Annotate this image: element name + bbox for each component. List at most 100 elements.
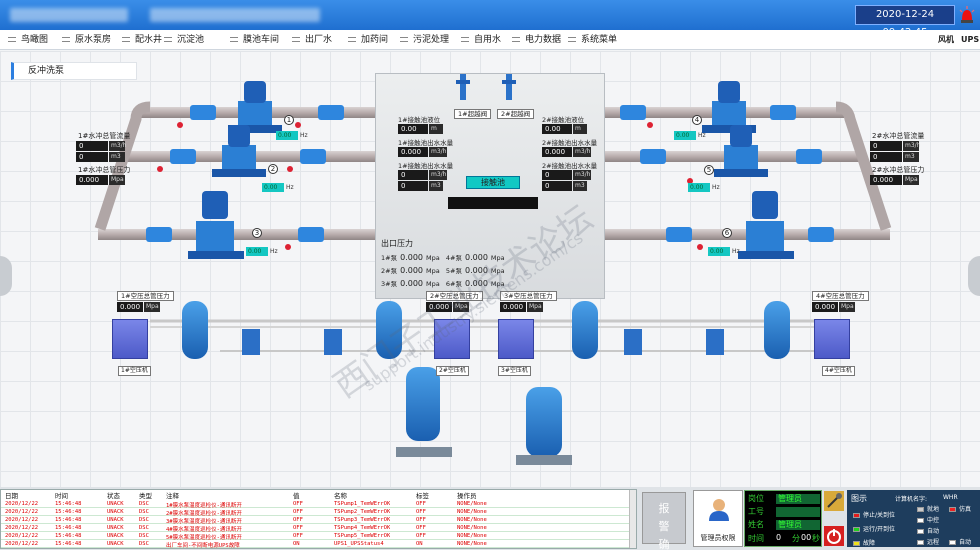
power-icon[interactable] bbox=[823, 525, 845, 547]
air-compressor-3-label: 3#空压机 bbox=[498, 366, 531, 376]
menu-item-raw-water-pump[interactable]: 原水泵房 bbox=[62, 30, 111, 50]
alarm-log-cell: TSPump5_TemWErrOK bbox=[334, 533, 391, 539]
tank1-total-unit: m3 bbox=[429, 181, 443, 191]
alarm-log-cell: TSPump4_TemWErrOK bbox=[334, 525, 391, 531]
alarm-light-icon[interactable] bbox=[959, 6, 975, 24]
alarm-log-scrollbar[interactable] bbox=[629, 490, 636, 548]
right-flow-total: 0 bbox=[870, 152, 902, 162]
legend-item-local: 就地 bbox=[917, 504, 939, 513]
air-pressure-4-unit: Mpa bbox=[839, 302, 855, 312]
alarm-log-cell: DSC bbox=[139, 525, 149, 531]
alarm-log-cell: 15:46:48 bbox=[55, 541, 82, 547]
alarm-log-cell: OFF bbox=[416, 517, 426, 523]
pump-4-hz-unit: Hz bbox=[698, 132, 706, 139]
left-flow-total: 0 bbox=[76, 152, 108, 162]
menu-item-dosing[interactable]: 加药间 bbox=[348, 30, 388, 50]
prev-page-arrow[interactable] bbox=[0, 256, 12, 296]
alarm-log-cell: NONE/None bbox=[457, 541, 487, 547]
blower-1[interactable] bbox=[396, 367, 452, 457]
alarm-log-row[interactable]: 2020/12/22 15:46:48 UNACK DSC 3#膜水泵温度巡检仪-通讯断… bbox=[1, 517, 636, 525]
alarm-log-cell: OFF bbox=[416, 501, 426, 507]
air-pressure-1-unit: Mpa bbox=[144, 302, 160, 312]
pump-1-number: 1 bbox=[284, 115, 294, 125]
air-compressor-4[interactable] bbox=[814, 319, 850, 359]
alarm-log-cell: 5#膜水泵温度巡检仪-通讯断开 bbox=[166, 535, 242, 541]
air-pressure-1-value: 0.000 bbox=[117, 302, 143, 312]
left-flow-label: 1#水冲总管流量 bbox=[78, 132, 131, 140]
alarm-log-table[interactable]: 日期 时间 状态 类型 注释 值 名称 标签 操作员 2020/12/22 15:… bbox=[0, 489, 637, 549]
legend-item-run: 运行/开到位 bbox=[853, 524, 895, 533]
air-compressor-1[interactable] bbox=[112, 319, 148, 359]
alarm-log-row[interactable]: 2020/12/22 15:46:48 UNACK DSC 5#膜水泵温度巡检仪-通讯断… bbox=[1, 533, 636, 541]
air-compressor-3[interactable] bbox=[498, 319, 534, 359]
tank1-level-label: 1#接触池液位 bbox=[398, 116, 441, 124]
alarm-log-row[interactable]: 2020/12/22 15:46:48 UNACK DSC 2#膜水泵温度巡检仪-通讯断… bbox=[1, 509, 636, 517]
menu-item-sedimentation[interactable]: 沉淀池 bbox=[164, 30, 204, 50]
alarm-log-cell: 15:46:48 bbox=[55, 509, 82, 515]
menu-item-system-menu[interactable]: 系统菜单 bbox=[568, 30, 617, 50]
pump-1-hz-unit: Hz bbox=[300, 132, 308, 139]
overflow-valve-1[interactable]: 1#超越阀 bbox=[454, 109, 492, 119]
pump-6[interactable] bbox=[738, 191, 794, 259]
contact-pool-surface bbox=[448, 197, 538, 209]
alarm-log-cell: OFF bbox=[416, 525, 426, 531]
pump-4-hz: 0.00 bbox=[674, 131, 696, 140]
admin-permission-button[interactable]: 管理员权限 bbox=[693, 490, 743, 547]
contact-pool-button[interactable]: 接触池 bbox=[466, 176, 520, 189]
menu-item-sludge[interactable]: 污泥处理 bbox=[400, 30, 449, 50]
computer-name-label: 计算机名字: bbox=[895, 496, 928, 503]
alarm-log-row[interactable]: 2020/12/22 15:46:48 UNACK DSC 4#膜水泵温度巡检仪-通讯断… bbox=[1, 525, 636, 533]
alarm-ack-button[interactable]: 报警确认 bbox=[642, 492, 686, 550]
process-view: 反冲洗泵 1#水冲总管流量 0 m3/h 0 m3 1#水冲总管压力 0.000… bbox=[0, 51, 980, 487]
menu-icon bbox=[122, 37, 130, 42]
air-compressor-2-label: 2#空压机 bbox=[436, 366, 469, 376]
alarm-log-cell: 2020/12/22 bbox=[5, 533, 39, 539]
tank2-flow-label: 2#接触池出水水量 bbox=[542, 139, 598, 147]
pump-5-hz: 0.00 bbox=[688, 183, 710, 192]
right-pressure-unit: Mpa bbox=[903, 175, 919, 185]
menu-item-outlet-water[interactable]: 出厂水 bbox=[292, 30, 332, 50]
pump-5-number: 5 bbox=[704, 165, 714, 175]
next-page-arrow[interactable] bbox=[968, 256, 980, 296]
id-value bbox=[776, 507, 820, 517]
alarm-log-cell: 4#膜水泵温度巡检仪-通讯断开 bbox=[166, 527, 242, 533]
alarm-log-cell: NONE/None bbox=[457, 525, 487, 531]
alarm-log-cell: NONE/None bbox=[457, 509, 487, 515]
menu-icon bbox=[292, 37, 300, 42]
menu-icon bbox=[512, 37, 520, 42]
tank2-level-label: 2#接触池液位 bbox=[542, 116, 585, 124]
page-title: 反冲洗泵 bbox=[11, 62, 137, 80]
menu-item-overview[interactable]: 鸟瞰图 bbox=[8, 30, 48, 50]
right-pressure-label: 2#水冲总管压力 bbox=[872, 166, 925, 174]
menu-item-distribution-well[interactable]: 配水井 bbox=[122, 30, 162, 50]
right-flow-label: 2#水冲总管流量 bbox=[872, 132, 925, 140]
tools-icon[interactable] bbox=[823, 490, 845, 512]
alarm-log-header: 日期 时间 状态 类型 注释 值 名称 标签 操作员 bbox=[5, 492, 477, 500]
air-compressor-1-label: 1#空压机 bbox=[118, 366, 151, 376]
alarm-log-row[interactable]: 2020/12/22 15:46:48 UNACK DSC 出厂车间-不间断电源UPS故… bbox=[1, 541, 636, 548]
pump-5-hz-unit: Hz bbox=[712, 184, 720, 191]
tank2-flow-unit: m3/h bbox=[573, 147, 591, 157]
status-bar: 日期 时间 状态 类型 注释 值 名称 标签 操作员 2020/12/22 15:… bbox=[0, 487, 980, 550]
menu-item-power-data[interactable]: 电力数据 bbox=[512, 30, 561, 50]
pump-3-number: 3 bbox=[252, 228, 262, 238]
air-pressure-3-unit: Mpa bbox=[527, 302, 543, 312]
pump-3[interactable] bbox=[188, 191, 244, 259]
overflow-valve-2[interactable]: 2#超越阀 bbox=[497, 109, 535, 119]
menu-item-membrane[interactable]: 膜池车间 bbox=[230, 30, 279, 50]
pump-6-number: 6 bbox=[722, 228, 732, 238]
alarm-log-cell: 2020/12/22 bbox=[5, 541, 39, 547]
alarm-log-row[interactable]: 2020/12/22 15:46:48 UNACK DSC 1#膜水泵温度巡检仪-通讯断… bbox=[1, 501, 636, 509]
alarm-log-cell: NONE/None bbox=[457, 517, 487, 523]
alarm-log-cell: OFF bbox=[293, 533, 303, 539]
menu-ups[interactable]: UPS bbox=[961, 30, 979, 50]
blower-2[interactable] bbox=[516, 387, 572, 465]
menu-item-self-use-water[interactable]: 自用水 bbox=[461, 30, 501, 50]
legend-item-stop: 停止/关到位 bbox=[853, 510, 895, 519]
menu-icon bbox=[400, 37, 408, 42]
legend-title: 图示 bbox=[851, 494, 867, 503]
tank1-level-unit: m bbox=[429, 124, 443, 134]
menu-fan[interactable]: 风机 bbox=[938, 30, 954, 50]
tank2-total-unit: m3 bbox=[573, 181, 587, 191]
alarm-log-cell: OFF bbox=[293, 517, 303, 523]
